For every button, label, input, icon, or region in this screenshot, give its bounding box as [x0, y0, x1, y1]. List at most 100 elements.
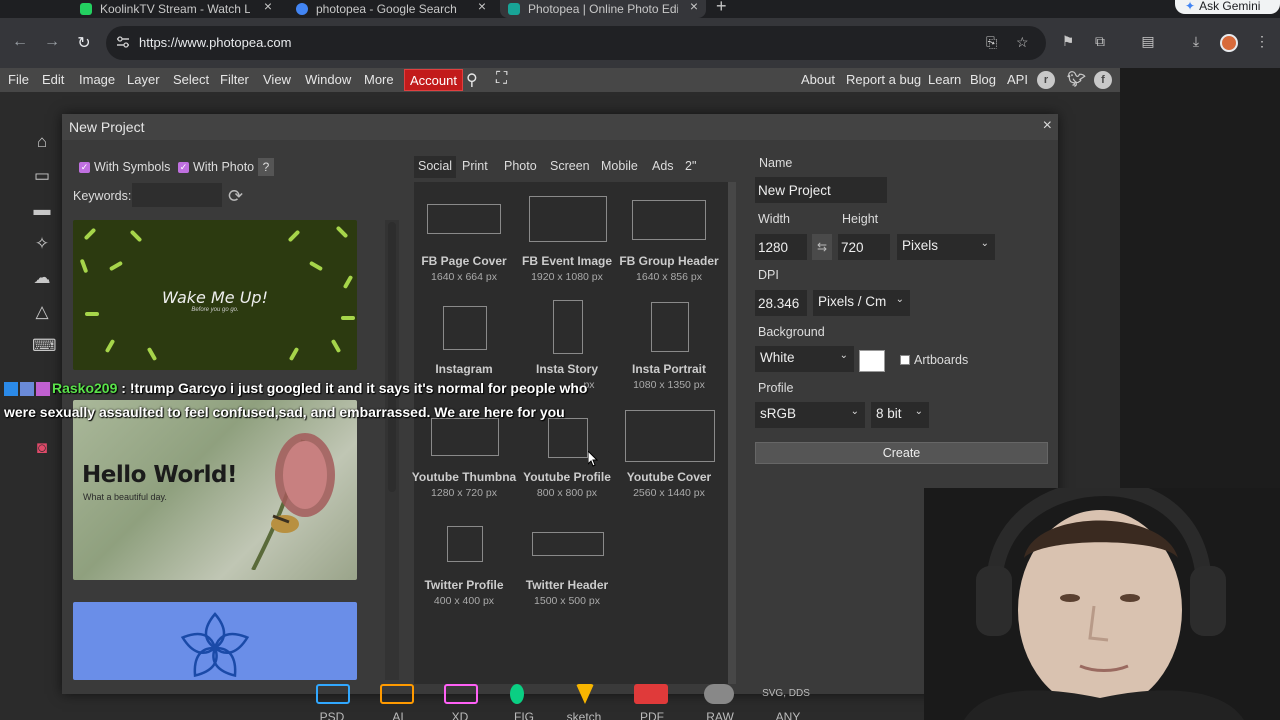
- fig-format-icon[interactable]: [510, 684, 524, 704]
- tab-screen[interactable]: Screen: [546, 156, 594, 178]
- background-value: White: [760, 350, 795, 365]
- close-icon[interactable]: ×: [264, 0, 272, 14]
- menu-image[interactable]: Image: [79, 72, 115, 87]
- menu-learn[interactable]: Learn: [928, 72, 961, 87]
- menu-filter[interactable]: Filter: [220, 72, 249, 87]
- create-button[interactable]: Create: [755, 442, 1048, 464]
- with-photo-checkbox[interactable]: ✓ With Photo: [178, 160, 254, 174]
- computer-icon[interactable]: ▭: [32, 166, 52, 186]
- artboards-checkbox[interactable]: Artboards: [900, 353, 968, 367]
- dpi-unit-select[interactable]: Pixels / Cm ⌄: [813, 290, 910, 316]
- more-menu-icon[interactable]: ⋮: [1252, 33, 1272, 50]
- instagram-icon[interactable]: ◙: [32, 438, 52, 458]
- menu-more[interactable]: More: [364, 72, 394, 87]
- home-icon[interactable]: ⌂: [32, 132, 52, 152]
- raw-format-icon[interactable]: [704, 684, 734, 704]
- onedrive-icon[interactable]: ☁: [32, 268, 52, 288]
- menu-select[interactable]: Select: [173, 72, 209, 87]
- height-input[interactable]: [838, 234, 890, 260]
- search-icon[interactable]: ⚲: [466, 70, 478, 90]
- browser-tab-photopea[interactable]: Photopea | Online Photo Edit ×: [500, 0, 706, 18]
- profile-value: sRGB: [760, 406, 797, 421]
- ai-format-icon[interactable]: [380, 684, 414, 704]
- account-button[interactable]: Account: [404, 69, 463, 91]
- dropbox-icon[interactable]: ✧: [32, 234, 52, 254]
- menu-report-bug[interactable]: Report a bug: [846, 72, 921, 87]
- menu-view[interactable]: View: [263, 72, 291, 87]
- preset-scrollbar[interactable]: [728, 182, 736, 684]
- browser-tab-koolink[interactable]: KoolinkTV Stream - Watch Li ×: [72, 0, 280, 18]
- site-settings-icon[interactable]: [116, 35, 130, 49]
- menu-file[interactable]: File: [8, 72, 29, 87]
- preset-thumbnail: [625, 410, 715, 462]
- menu-layer[interactable]: Layer: [127, 72, 160, 87]
- reading-mode-icon[interactable]: ▤: [1138, 33, 1158, 50]
- tab-print[interactable]: Print: [458, 156, 492, 178]
- template-title: Hello World!: [82, 462, 237, 488]
- template-card[interactable]: [73, 602, 357, 680]
- ask-gemini-button[interactable]: ✦ Ask Gemini: [1175, 0, 1280, 14]
- template-card[interactable]: Hello World! What a beautiful day.: [73, 400, 357, 580]
- link-dimensions-icon[interactable]: ⇆: [812, 234, 832, 260]
- name-input[interactable]: [755, 177, 887, 203]
- keywords-input[interactable]: [132, 183, 222, 207]
- tab-more[interactable]: 2": [681, 156, 700, 178]
- pdf-format-icon[interactable]: [634, 684, 668, 704]
- width-input[interactable]: [755, 234, 807, 260]
- psd-format-icon[interactable]: [316, 684, 350, 704]
- reload-icon[interactable]: ↻: [74, 33, 94, 53]
- bit-depth-select[interactable]: 8 bit ⌄: [871, 402, 929, 428]
- refresh-icon[interactable]: ⟳: [228, 186, 243, 207]
- facebook-icon[interactable]: f: [1094, 71, 1112, 89]
- mod-badge-icon: [36, 382, 50, 397]
- fullscreen-icon[interactable]: ⛶: [496, 70, 507, 88]
- sparkle-icon: ✦: [1185, 0, 1196, 13]
- unit-select[interactable]: Pixels ⌄: [897, 234, 995, 260]
- tab-ads[interactable]: Ads: [648, 156, 678, 178]
- drive-icon[interactable]: ▬: [32, 200, 52, 220]
- template-card[interactable]: Wake Me Up! Before you go go.: [73, 220, 357, 370]
- bookmark-star-icon[interactable]: ☆: [1016, 34, 1029, 51]
- with-symbols-checkbox[interactable]: ✓ With Symbols: [79, 160, 170, 174]
- xd-format-icon[interactable]: [444, 684, 478, 704]
- background-color-swatch[interactable]: [859, 350, 885, 372]
- tab-photo[interactable]: Photo: [500, 156, 541, 178]
- svg-dds-caption: SVG, DDS: [762, 688, 810, 699]
- avatar[interactable]: [1220, 34, 1238, 52]
- puzzle-icon[interactable]: ⧉: [1090, 33, 1110, 50]
- chevron-down-icon: ⌄: [839, 350, 848, 361]
- close-icon[interactable]: ×: [478, 0, 486, 14]
- template-scrollbar[interactable]: [388, 222, 396, 492]
- menu-about[interactable]: About: [801, 72, 835, 87]
- close-icon[interactable]: ×: [690, 0, 698, 14]
- profile-select[interactable]: sRGB ⌄: [755, 402, 865, 428]
- with-symbols-label: With Symbols: [94, 160, 171, 174]
- menu-edit[interactable]: Edit: [42, 72, 64, 87]
- download-icon[interactable]: ⤓: [1186, 33, 1206, 50]
- forward-icon[interactable]: →: [42, 33, 62, 51]
- address-bar[interactable]: https://www.photopea.com ⎘ ☆: [106, 26, 1046, 60]
- menu-api[interactable]: API: [1007, 72, 1028, 87]
- background-select[interactable]: White ⌄: [755, 346, 854, 372]
- menu-blog[interactable]: Blog: [970, 72, 996, 87]
- browser-tab-google[interactable]: photopea - Google Search ×: [288, 0, 494, 18]
- menu-window[interactable]: Window: [305, 72, 351, 87]
- tab-mobile[interactable]: Mobile: [597, 156, 642, 178]
- extension-icon[interactable]: ⚑: [1058, 33, 1078, 50]
- url-text: https://www.photopea.com: [139, 35, 292, 50]
- dpi-input[interactable]: [755, 290, 807, 316]
- help-button[interactable]: ?: [258, 158, 274, 176]
- new-tab-button[interactable]: +: [716, 0, 727, 17]
- preset-name: FB Page Cover: [421, 254, 507, 268]
- back-icon[interactable]: ←: [10, 33, 30, 51]
- reddit-icon[interactable]: r: [1037, 71, 1055, 89]
- chevron-down-icon: ⌄: [980, 238, 989, 249]
- tab-social[interactable]: Social: [414, 156, 457, 178]
- gamepad-icon[interactable]: ⌨: [32, 336, 57, 356]
- close-icon[interactable]: ×: [1043, 117, 1052, 135]
- twitter-icon[interactable]: 🐦︎: [1067, 71, 1086, 89]
- sketch-format-icon[interactable]: [576, 684, 594, 704]
- google-drive-icon[interactable]: △: [32, 302, 52, 322]
- koolink-favicon: [80, 3, 92, 15]
- install-app-icon[interactable]: ⎘: [986, 34, 997, 51]
